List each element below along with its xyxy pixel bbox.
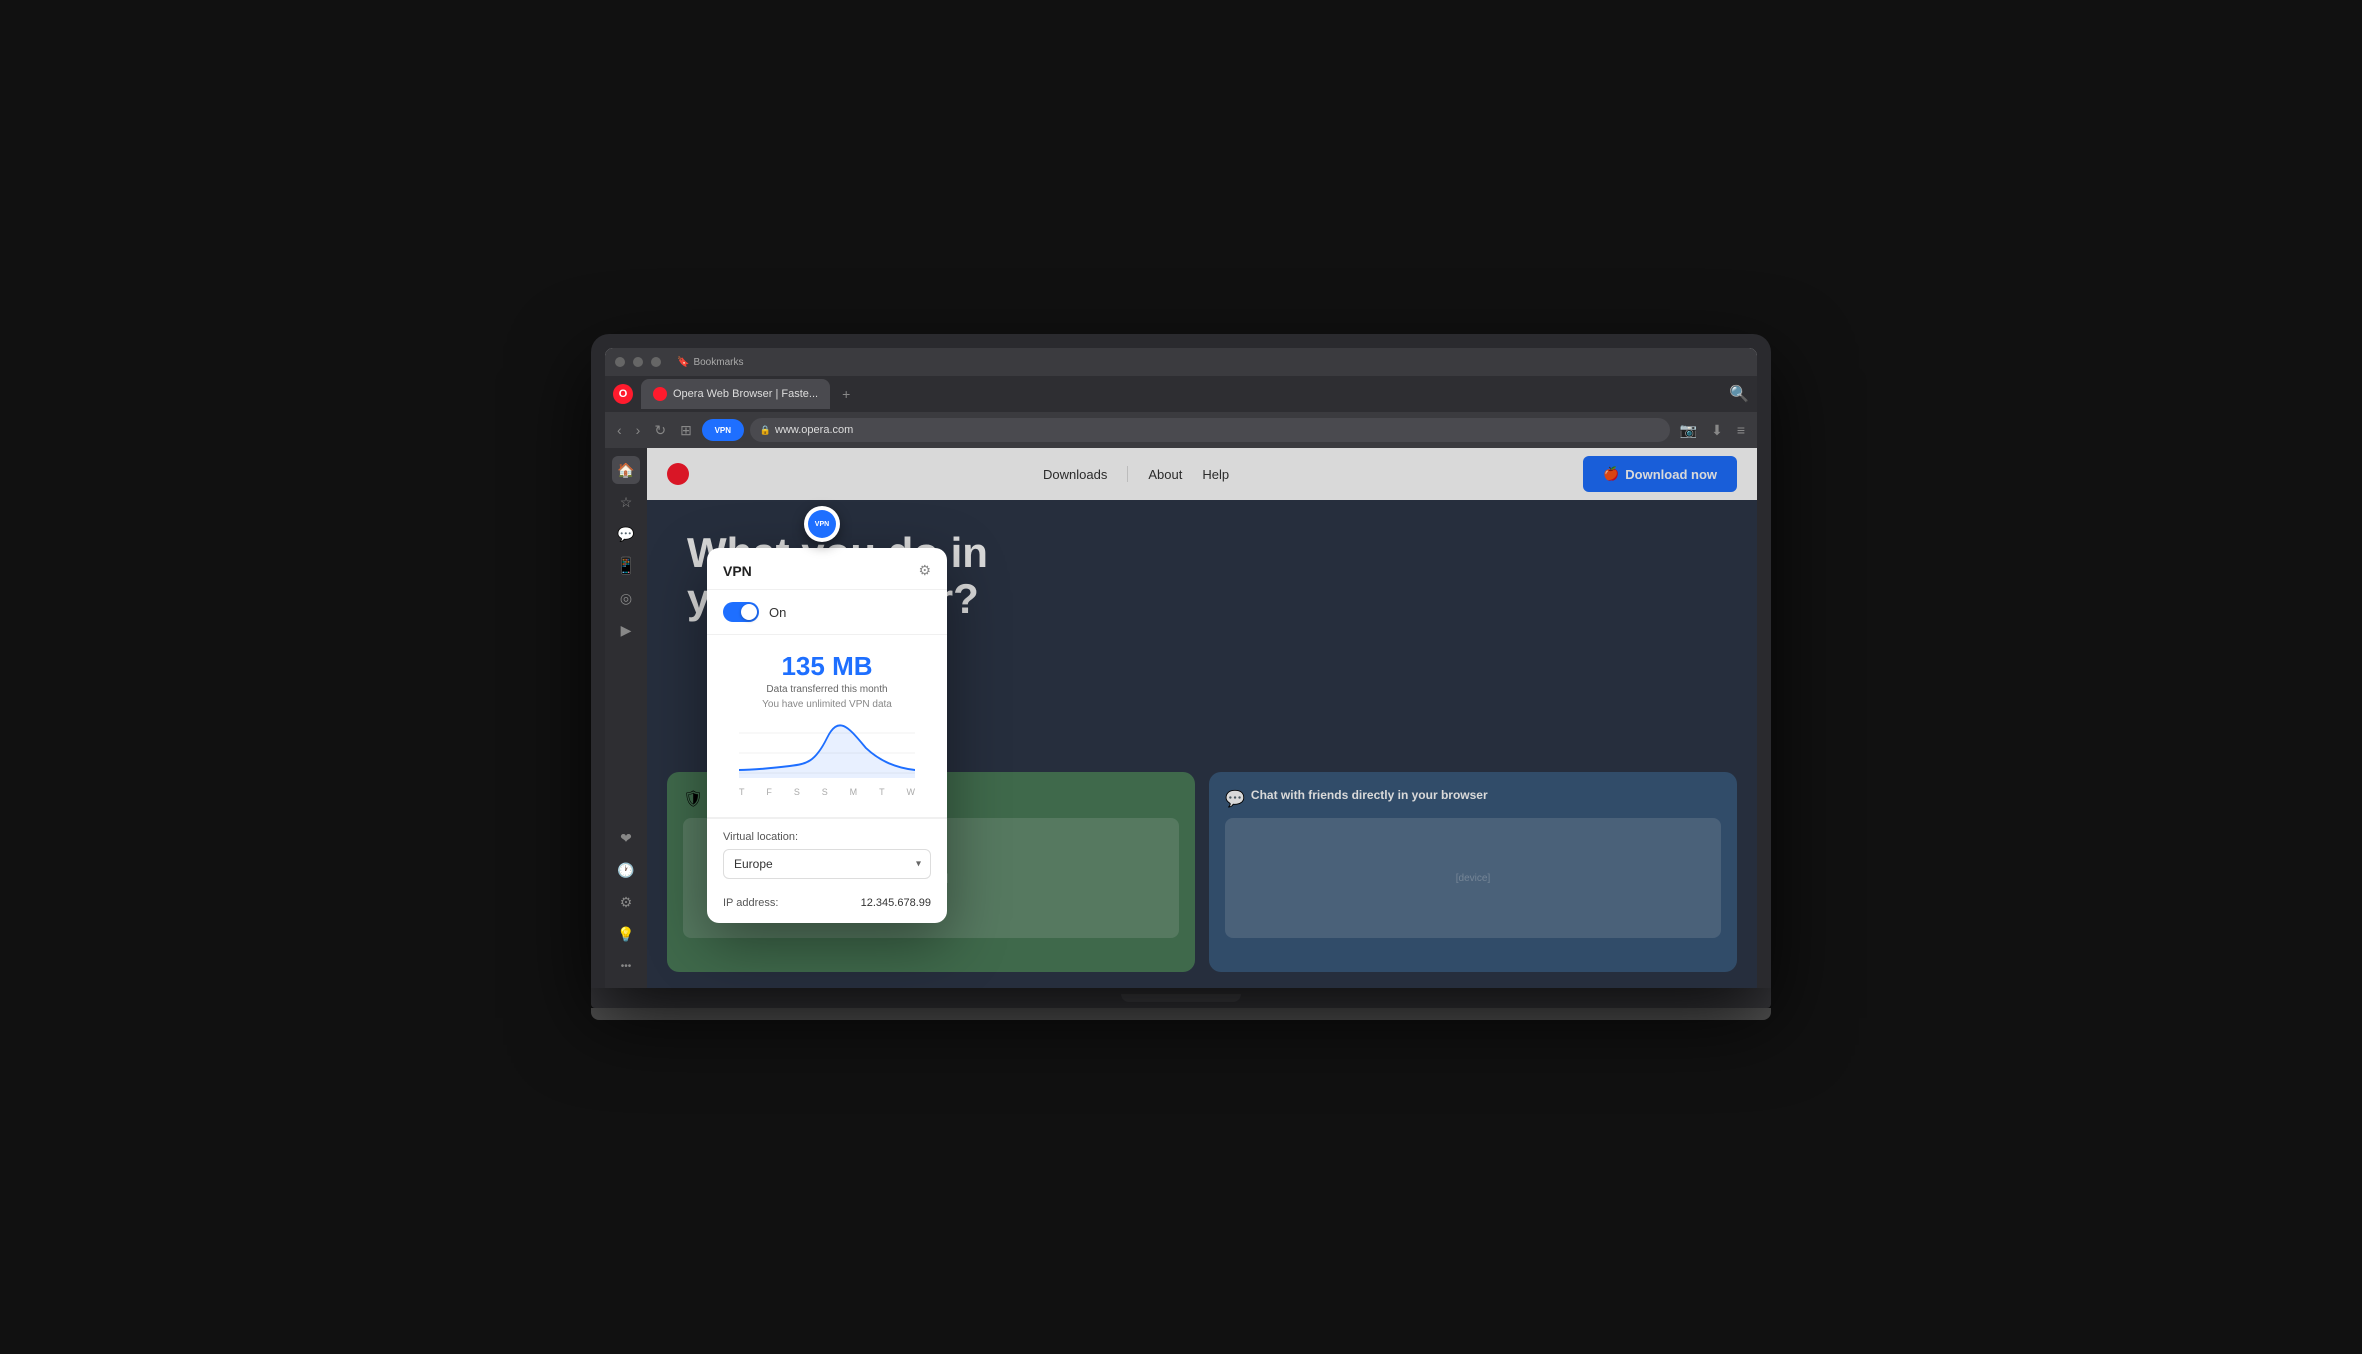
sidebar-item-home[interactable]: 🏠: [612, 456, 640, 484]
graph-day-w: W: [906, 787, 915, 797]
sidebar-item-feed[interactable]: ◎: [612, 584, 640, 612]
sidebar-item-more[interactable]: •••: [612, 952, 640, 980]
graph-labels: T F S S M T W: [739, 783, 915, 801]
vpn-unlimited-label: You have unlimited VPN data: [723, 699, 931, 710]
sidebar-item-settings[interactable]: ⚙: [612, 888, 640, 916]
vpn-toggle-row: On: [707, 590, 947, 635]
shield-icon: 🛡: [683, 789, 703, 809]
menu-icon[interactable]: ≡: [1733, 418, 1749, 442]
address-bar[interactable]: 🔒 www.opera.com: [750, 418, 1670, 442]
laptop-stand: [591, 1008, 1771, 1020]
nav-about[interactable]: About: [1148, 467, 1182, 482]
vpn-popup-header: VPN ⚙: [707, 548, 947, 590]
tab-bar: O Opera Web Browser | Faste... + 🔍: [605, 376, 1757, 412]
vpn-toggle-label: On: [769, 605, 786, 620]
opera-nav-logo: [667, 463, 689, 485]
titlebar-max-dot: [651, 357, 661, 367]
sidebar-item-tips[interactable]: 💡: [612, 920, 640, 948]
sidebar-item-bookmarks[interactable]: ☆: [612, 488, 640, 516]
graph-day-f: F: [766, 787, 772, 797]
graph-day-t1: T: [739, 787, 745, 797]
graph-day-s1: S: [794, 787, 800, 797]
bookmarks-label: 🔖 Bookmarks: [677, 357, 743, 368]
graph-day-m: M: [850, 787, 858, 797]
card-mockup-2: [device]: [1225, 818, 1721, 938]
laptop-notch: [1121, 994, 1241, 1002]
sidebar-bottom: ❤ 🕐 ⚙ 💡 •••: [612, 824, 640, 980]
laptop-body: 🔖 Bookmarks O Opera Web Browser | Faste.…: [591, 334, 1771, 988]
tab-title: Opera Web Browser | Faste...: [673, 388, 818, 400]
tab-favicon: [653, 387, 667, 401]
website-background: Downloads About Help 🍎 Download now: [647, 448, 1757, 988]
browser-content: 🏠 ☆ 💬 📱 ◎ ▶ ❤ 🕐 ⚙ 💡 •••: [605, 448, 1757, 988]
sidebar-item-messenger[interactable]: 💬: [612, 520, 640, 548]
sidebar-item-player[interactable]: ▶: [612, 616, 640, 644]
download-button[interactable]: 🍎 Download now: [1583, 456, 1737, 492]
vpn-ip-section: IP address: 12.345.678.99: [707, 887, 947, 923]
vpn-button[interactable]: VPN: [702, 419, 744, 441]
vpn-location-label: Virtual location:: [723, 831, 931, 843]
graph-day-t2: T: [879, 787, 885, 797]
url-text: www.opera.com: [775, 424, 853, 436]
vpn-data-label: Data transferred this month: [723, 684, 931, 695]
vpn-popup: VPN ⚙ On: [707, 548, 947, 923]
browser-tab[interactable]: Opera Web Browser | Faste...: [641, 379, 830, 409]
laptop-base: [591, 988, 1771, 1008]
titlebar: 🔖 Bookmarks: [605, 348, 1757, 376]
vpn-data-amount: 135 MB: [723, 651, 931, 682]
forward-button[interactable]: ›: [632, 418, 645, 442]
apple-icon: 🍎: [1603, 466, 1619, 482]
sidebar-item-history[interactable]: 🕐: [612, 856, 640, 884]
sidebar-item-whatsapp[interactable]: 📱: [612, 552, 640, 580]
sidebar-item-favorites[interactable]: ❤: [612, 824, 640, 852]
nav-links: Downloads About Help: [1043, 466, 1229, 482]
search-icon[interactable]: 🔍: [1729, 384, 1749, 404]
back-button[interactable]: ‹: [613, 418, 626, 442]
camera-icon[interactable]: 📷: [1676, 418, 1701, 443]
vpn-ip-label: IP address:: [723, 897, 778, 909]
vpn-graph-svg: [739, 718, 915, 778]
chat-icon: 💬: [1225, 789, 1245, 809]
sidebar: 🏠 ☆ 💬 📱 ◎ ▶ ❤ 🕐 ⚙ 💡 •••: [605, 448, 647, 988]
titlebar-min-dot: [633, 357, 643, 367]
vpn-ip-value: 12.345.678.99: [861, 897, 931, 909]
vpn-data-section: 135 MB Data transferred this month You h…: [707, 635, 947, 818]
reload-button[interactable]: ↻: [650, 418, 670, 443]
vpn-indicator-circle[interactable]: VPN: [804, 506, 840, 542]
vpn-toggle[interactable]: [723, 602, 759, 622]
download-icon[interactable]: ⬇: [1707, 418, 1727, 443]
main-content: Downloads About Help 🍎 Download now: [647, 448, 1757, 988]
vpn-location-section: Virtual location: Europe Americas Asia: [707, 818, 947, 887]
vpn-graph: T F S S M T W: [723, 710, 931, 801]
new-tab-button[interactable]: +: [842, 386, 850, 402]
toolbar: ‹ › ↻ ⊞ VPN 🔒 www.opera.com 📷 ⬇ ≡: [605, 412, 1757, 448]
feature-card-chat: 💬 Chat with friends directly in your bro…: [1209, 772, 1737, 972]
nav-help[interactable]: Help: [1202, 467, 1229, 482]
vpn-location-select[interactable]: Europe Americas Asia: [723, 849, 931, 879]
vpn-indicator-label: VPN: [808, 510, 836, 538]
toggle-knob: [741, 604, 757, 620]
website-nav: Downloads About Help 🍎 Download now: [647, 448, 1757, 500]
tabs-button[interactable]: ⊞: [676, 418, 696, 443]
nav-downloads[interactable]: Downloads: [1043, 467, 1107, 482]
laptop: 🔖 Bookmarks O Opera Web Browser | Faste.…: [591, 334, 1771, 1020]
vpn-settings-icon[interactable]: ⚙: [918, 562, 931, 579]
lock-icon: 🔒: [760, 425, 771, 436]
opera-logo: O: [613, 384, 633, 404]
nav-separator-1: [1127, 466, 1128, 482]
vpn-popup-title: VPN: [723, 563, 752, 579]
screen: 🔖 Bookmarks O Opera Web Browser | Faste.…: [605, 348, 1757, 988]
graph-day-s2: S: [822, 787, 828, 797]
browser-frame: 🔖 Bookmarks O Opera Web Browser | Faste.…: [605, 348, 1757, 988]
toolbar-right: 📷 ⬇ ≡: [1676, 418, 1749, 443]
titlebar-close-dot: [615, 357, 625, 367]
location-select-wrapper: Europe Americas Asia: [723, 849, 931, 879]
